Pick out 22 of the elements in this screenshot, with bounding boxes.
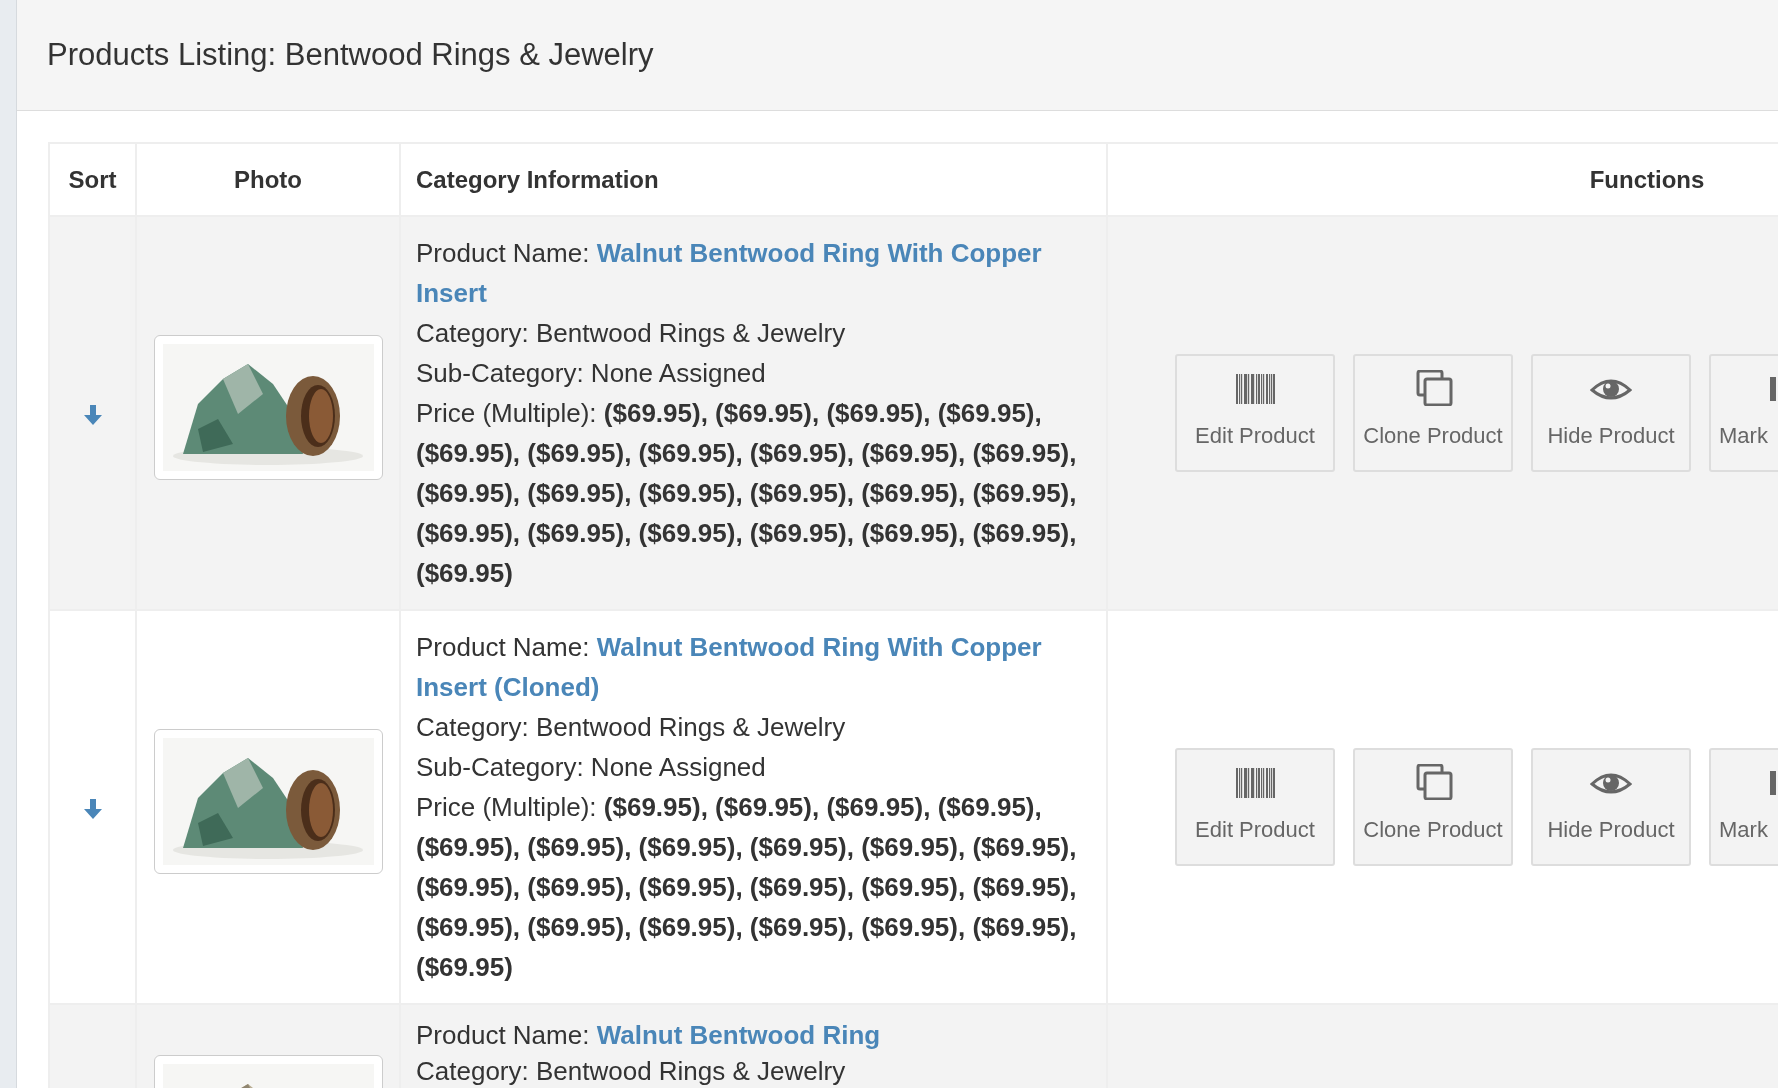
clone-button[interactable]: Clone Product: [1353, 354, 1513, 472]
edit-button[interactable]: Edit Product: [1175, 748, 1335, 866]
category-text: Category: Bentwood Rings & Jewelry: [416, 711, 847, 744]
category-text: Category: Bentwood Rings & Jewelry: [416, 1055, 847, 1088]
category-text: Category: Bentwood Rings & Jewelry: [416, 317, 847, 350]
edit-button[interactable]: Edit Product: [1175, 354, 1335, 472]
mark-button[interactable]: Mark: [1709, 354, 1778, 472]
mark-button[interactable]: Mark: [1709, 748, 1778, 866]
product-name-text: Product Name: Walnut Bentwood Ring With Copper Insert: [416, 237, 1043, 310]
product-name-text: Product Name: Walnut Bentwood Ring With Copper Insert (Cloned): [416, 631, 1043, 704]
column-header: Category Information: [400, 143, 1107, 216]
column-header: Sort: [49, 143, 136, 216]
page-title: Products Listing: Bentwood Rings & Jewelry: [47, 36, 654, 74]
product-name-text: Product Name: Walnut Bentwood Ring: [416, 1019, 882, 1052]
subcategory-text: Sub-Category: None Assigned: [416, 751, 767, 784]
subcategory-text: Sub-Category: None Assigned: [416, 357, 767, 390]
clone-button[interactable]: Clone Product: [1353, 748, 1513, 866]
column-header: Functions: [1107, 143, 1778, 216]
hide-button[interactable]: Hide Product: [1531, 354, 1691, 472]
hide-button[interactable]: Hide Product: [1531, 748, 1691, 866]
price-text: Price (Multiple): ($69.95), ($69.95), ($69.95), ($69.95), ($69.95), ($69.95), ($69.95), ($69.95), ($69.95), ($69.95), ($69.95), ($69.95), ($69.95), ($69.95), ($69.95), ($69.95), ($69.95), ($69.95), ($69.95), ($69.95), ($69.95), ($69.95), ($69.95): [416, 397, 1078, 590]
price-text: Price (Multiple): ($69.95), ($69.95), ($69.95), ($69.95), ($69.95), ($69.95), ($69.95), ($69.95), ($69.95), ($69.95), ($69.95), ($69.95), ($69.95), ($69.95), ($69.95), ($69.95), ($69.95), ($69.95), ($69.95), ($69.95), ($69.95), ($69.95), ($69.95): [416, 791, 1078, 984]
